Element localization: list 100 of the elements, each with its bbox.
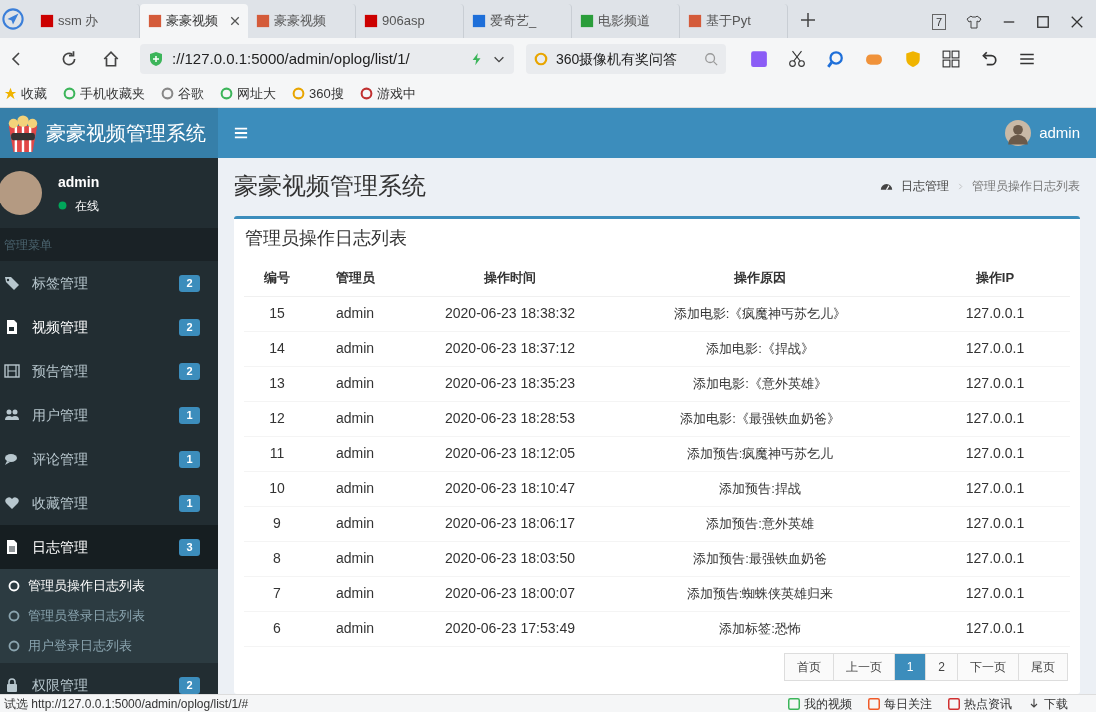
user-name[interactable]: admin	[1039, 121, 1080, 145]
table-cell: 2020-06-23 18:00:07	[420, 576, 600, 611]
box-title: 管理员操作日志列表	[244, 226, 408, 250]
table-cell: admin	[310, 436, 420, 471]
bookmark-item[interactable]: 游戏中	[359, 83, 416, 104]
count-badge: 2	[179, 318, 200, 336]
bookmark-icon	[292, 87, 305, 100]
table-cell: 2020-06-23 18:38:32	[420, 296, 600, 331]
tab-favicon-icon	[40, 14, 54, 28]
table-cell: admin	[310, 366, 420, 401]
bookmark-item[interactable]: 网址大	[220, 83, 276, 104]
bookmark-item[interactable]: 手机收藏夹	[63, 83, 145, 104]
page-button[interactable]: 2	[925, 652, 958, 681]
close-icon	[1070, 15, 1084, 29]
menu-item[interactable]: 评论管理 1	[0, 437, 218, 481]
download-icon	[1028, 697, 1040, 710]
table-cell: 添加预告:意外英雄	[600, 506, 920, 541]
status-url: 试选 http://127.0.0.1:5000/admin/oplog/list/1/#	[4, 695, 249, 712]
table-cell: 2020-06-23 18:06:17	[420, 506, 600, 541]
tab-label: 电影频道	[598, 12, 650, 31]
comment-icon	[4, 451, 20, 467]
page-button[interactable]: 尾页	[1018, 652, 1068, 681]
count-badge: 2	[179, 676, 200, 694]
star-icon	[4, 87, 17, 100]
table-cell: 添加电影:《疯魔神丐苏乞儿》	[600, 296, 920, 331]
table-cell: 添加预告:最强铁血奶爸	[600, 541, 920, 576]
status-bar-item[interactable]: 我的视频	[788, 694, 852, 712]
menu-item[interactable]: 日志管理 3	[0, 525, 218, 569]
grid-icon	[942, 50, 960, 68]
undo-icon	[980, 50, 998, 68]
circle-icon	[8, 640, 20, 652]
avatar-photo-placeholder	[0, 171, 42, 215]
count-badge: 2	[179, 274, 200, 292]
page-button[interactable]: 下一页	[957, 652, 1019, 681]
magnifier-icon	[826, 50, 844, 68]
menu-item[interactable]: 收藏管理 1	[0, 481, 218, 525]
menu-item[interactable]: 预告管理 2	[0, 349, 218, 393]
table-cell: 添加电影:《捍战》	[600, 331, 920, 366]
table-cell: admin	[310, 471, 420, 506]
table-cell: 2020-06-23 17:53:49	[420, 611, 600, 646]
table-cell: 7	[244, 576, 310, 611]
page-button[interactable]: 首页	[783, 652, 834, 681]
bookmark-item[interactable]: 360搜	[292, 83, 344, 104]
breadcrumb-item[interactable]: 日志管理	[901, 177, 949, 195]
close-icon	[230, 16, 240, 26]
tab-count-badge[interactable]: 7	[931, 14, 946, 30]
submenu-item[interactable]: 管理员操作日志列表	[0, 571, 218, 601]
document-icon	[4, 539, 20, 555]
maximize-icon	[1036, 15, 1050, 29]
menu-item[interactable]: 视频管理 2	[0, 305, 218, 349]
count-badge: 1	[179, 494, 200, 512]
table-cell: 6	[244, 611, 310, 646]
column-header: 操作原因	[600, 259, 920, 296]
table-cell: 127.0.0.1	[920, 331, 1070, 366]
table-cell: admin	[310, 611, 420, 646]
submenu-item[interactable]: 用户登录日志列表	[0, 631, 218, 661]
status-dot-icon	[58, 201, 67, 210]
menu-item[interactable]: 用户管理 1	[0, 393, 218, 437]
table-cell: admin	[310, 331, 420, 366]
plus-icon	[800, 12, 816, 28]
page-title: 豪豪视频管理系统	[234, 171, 426, 201]
bookmark-item[interactable]: 谷歌	[161, 83, 204, 104]
table-cell: 127.0.0.1	[920, 401, 1070, 436]
table-cell: 13	[244, 366, 310, 401]
page-button[interactable]: 上一页	[832, 652, 895, 681]
table-cell: 添加预告:捍战	[600, 471, 920, 506]
count-badge: 2	[179, 362, 200, 380]
avatar-icon	[1005, 120, 1032, 146]
status-bar-item[interactable]: 下载	[1028, 694, 1068, 712]
status-bar-item[interactable]: 每日关注	[868, 694, 932, 712]
table-cell: 8	[244, 541, 310, 576]
column-header: 管理员	[310, 259, 420, 296]
menu-heading: 管理菜单	[0, 228, 218, 261]
logo-title: 豪豪视频管理系统	[46, 121, 206, 146]
menu-icon	[234, 126, 248, 140]
table-cell: 9	[244, 506, 310, 541]
table-cell: admin	[310, 541, 420, 576]
address-field[interactable]: ://127.0.0.1:5000/admin/oplog/list/1/	[140, 44, 514, 74]
count-badge: 1	[179, 406, 200, 424]
menu-item[interactable]: 标签管理 2	[0, 261, 218, 305]
table-cell: 2020-06-23 18:28:53	[420, 401, 600, 436]
browser-tab[interactable]: 豪豪视频	[140, 4, 248, 38]
table-cell: 添加预告:疯魔神丐苏乞儿	[600, 436, 920, 471]
table-cell: admin	[310, 576, 420, 611]
tag-icon	[4, 275, 20, 291]
status-bar-item[interactable]: 热点资讯	[948, 694, 1012, 712]
online-status: 在线	[58, 196, 100, 215]
table-cell: 2020-06-23 18:37:12	[420, 331, 600, 366]
table-cell: 127.0.0.1	[920, 541, 1070, 576]
search-field[interactable]: 360摄像机有奖问答	[526, 44, 726, 74]
submenu-item[interactable]: 管理员登录日志列表	[0, 601, 218, 631]
bookmark-item[interactable]: 收藏	[4, 83, 47, 104]
menu-item[interactable]: 权限管理 2	[0, 663, 218, 694]
table-cell: admin	[310, 296, 420, 331]
heart-icon	[4, 495, 20, 511]
bookmark-icon	[220, 87, 233, 100]
breadcrumb-item: 管理员操作日志列表	[972, 178, 1080, 195]
table-cell: 14	[244, 331, 310, 366]
users-icon	[4, 407, 20, 423]
table-cell: 添加预告:蜘蛛侠英雄归来	[600, 576, 920, 611]
